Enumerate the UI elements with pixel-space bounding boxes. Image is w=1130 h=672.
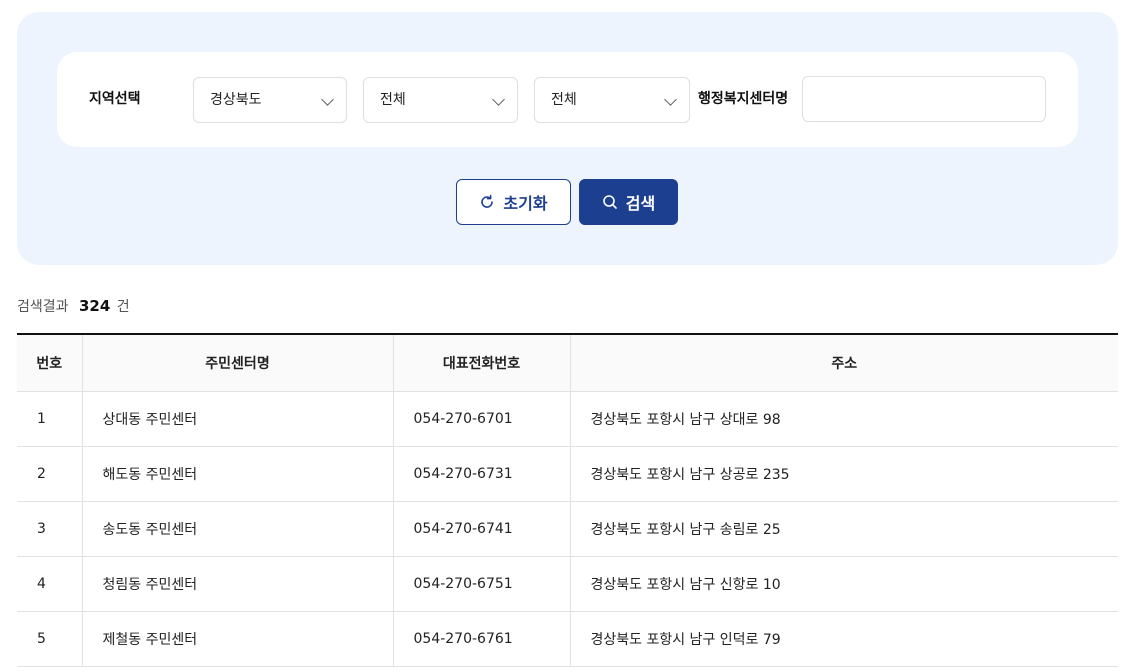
row-center-name: 청림동 주민센터 [82, 556, 394, 612]
table-row[interactable]: 2 해도동 주민센터 054-270-6731 경상북도 포항시 남구 상공로 … [17, 446, 1118, 502]
city-select-value: 전체 [380, 92, 406, 108]
row-center-name: 해도동 주민센터 [82, 446, 394, 502]
city-select[interactable]: 전체 [363, 77, 518, 123]
search-panel: 지역선택 경상북도 전체 전체 행정복지센터명 초기화 검색 [17, 12, 1118, 265]
row-phone: 054-270-6701 [393, 391, 571, 447]
row-center-name: 상대동 주민센터 [82, 391, 394, 447]
header-address: 주소 [570, 334, 1118, 392]
row-address: 경상북도 포항시 남구 상공로 235 [570, 446, 1118, 502]
results-table: 번호 주민센터명 대표전화번호 주소 1 상대동 주민센터 054-270-67… [17, 333, 1118, 667]
header-center-name: 주민센터명 [82, 334, 394, 392]
reset-button-label: 초기화 [503, 194, 548, 213]
chevron-down-icon [664, 93, 677, 106]
row-center-name: 제철동 주민센터 [82, 611, 394, 667]
table-row[interactable]: 4 청림동 주민센터 054-270-6751 경상북도 포항시 남구 신항로 … [17, 556, 1118, 612]
search-icon [602, 195, 617, 209]
row-number: 4 [17, 556, 83, 612]
result-count: 검색결과 324 건 [17, 296, 130, 316]
province-select[interactable]: 경상북도 [193, 77, 347, 123]
table-header-row: 번호 주민센터명 대표전화번호 주소 [17, 334, 1118, 392]
table-row[interactable]: 5 제철동 주민센터 054-270-6761 경상북도 포항시 남구 인덕로 … [17, 611, 1118, 667]
row-phone: 054-270-6761 [393, 611, 571, 667]
center-name-input[interactable] [802, 76, 1046, 122]
row-center-name: 송도동 주민센터 [82, 501, 394, 557]
district-select-value: 전체 [551, 92, 577, 108]
row-number: 2 [17, 446, 83, 502]
row-phone: 054-270-6741 [393, 501, 571, 557]
center-name-label: 행정복지센터명 [698, 91, 789, 107]
row-number: 1 [17, 391, 83, 447]
result-count-number: 324 [78, 297, 111, 315]
header-phone: 대표전화번호 [393, 334, 571, 392]
region-label: 지역선택 [89, 91, 141, 107]
row-address: 경상북도 포항시 남구 송림로 25 [570, 501, 1118, 557]
table-row[interactable]: 1 상대동 주민센터 054-270-6701 경상북도 포항시 남구 상대로 … [17, 391, 1118, 447]
table-row[interactable]: 3 송도동 주민센터 054-270-6741 경상북도 포항시 남구 송림로 … [17, 501, 1118, 557]
chevron-down-icon [492, 93, 505, 106]
row-number: 3 [17, 501, 83, 557]
result-count-label: 검색결과 [17, 299, 69, 315]
result-count-unit: 건 [116, 299, 130, 315]
chevron-down-icon [321, 93, 334, 106]
district-select[interactable]: 전체 [534, 77, 690, 123]
row-address: 경상북도 포항시 남구 인덕로 79 [570, 611, 1118, 667]
row-phone: 054-270-6751 [393, 556, 571, 612]
row-address: 경상북도 포항시 남구 신항로 10 [570, 556, 1118, 612]
header-number: 번호 [17, 334, 83, 392]
search-button-label: 검색 [625, 194, 656, 213]
row-number: 5 [17, 611, 83, 667]
refresh-icon [481, 194, 494, 208]
reset-button[interactable]: 초기화 [456, 179, 571, 225]
search-button[interactable]: 검색 [579, 179, 678, 225]
row-phone: 054-270-6731 [393, 446, 571, 502]
filter-box: 지역선택 경상북도 전체 전체 행정복지센터명 [57, 52, 1078, 147]
row-address: 경상북도 포항시 남구 상대로 98 [570, 391, 1118, 447]
province-select-value: 경상북도 [210, 92, 262, 108]
